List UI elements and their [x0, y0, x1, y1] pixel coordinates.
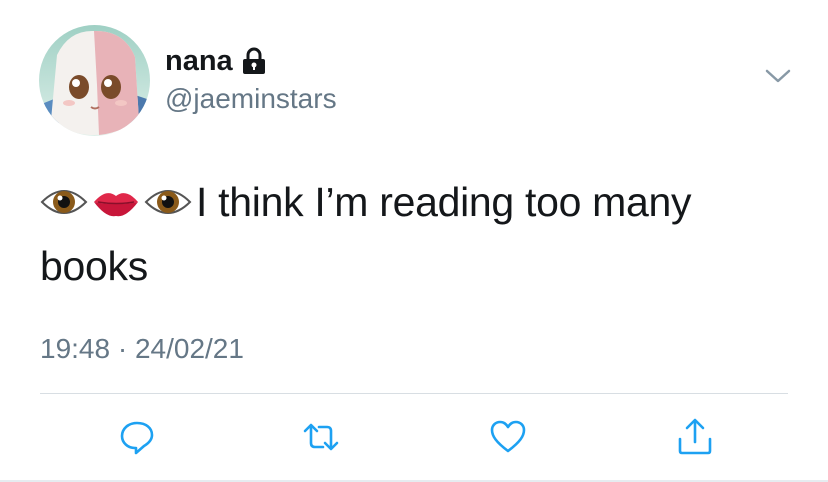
- eye-emoji-icon: [144, 176, 192, 216]
- reply-button[interactable]: [114, 414, 160, 460]
- tweet-timestamp[interactable]: 19:48 · 24/02/21: [40, 333, 244, 365]
- anime-character-avatar-icon: [39, 25, 150, 136]
- like-button[interactable]: [485, 414, 531, 460]
- name-row: nana: [165, 44, 267, 78]
- eye-emoji-icon: [40, 176, 88, 216]
- share-icon: [678, 418, 712, 455]
- tweet-text: I think I’m reading too many books: [40, 170, 800, 298]
- user-handle[interactable]: @jaeminstars: [165, 82, 337, 116]
- retweet-icon: [303, 423, 339, 451]
- lips-emoji-icon: [92, 176, 140, 217]
- retweet-button[interactable]: [298, 414, 344, 460]
- lock-icon: [241, 47, 267, 75]
- chevron-down-icon[interactable]: [764, 66, 792, 86]
- reply-icon: [120, 421, 154, 455]
- divider: [40, 393, 788, 394]
- share-button[interactable]: [672, 414, 718, 460]
- like-icon: [490, 420, 526, 453]
- avatar[interactable]: [39, 25, 150, 136]
- display-name[interactable]: nana: [165, 44, 233, 78]
